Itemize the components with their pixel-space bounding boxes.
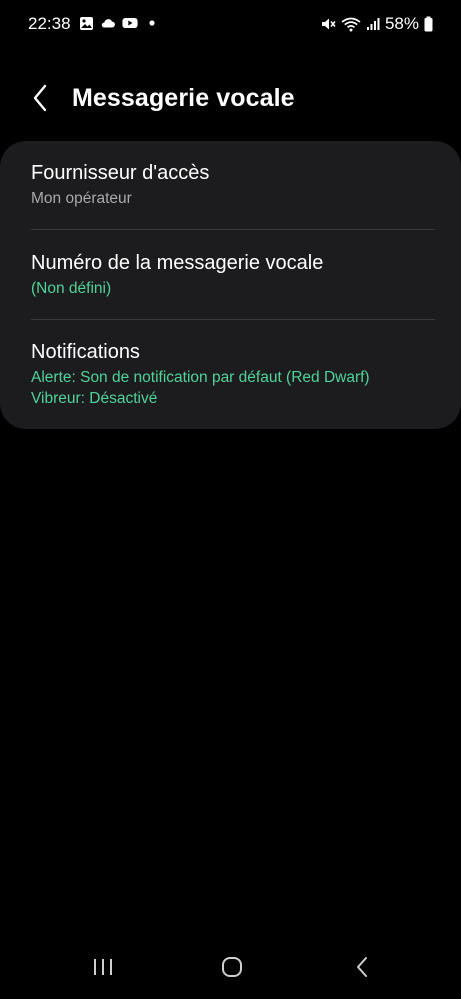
status-bar: 22:38 58% [0,0,461,50]
status-time: 22:38 [28,14,71,33]
recents-icon [92,957,114,982]
settings-item-subtitle-alert: Alerte: Son de notification par défaut (… [31,369,370,386]
settings-item-subtitle: Mon opérateur [31,190,132,207]
back-icon [355,956,369,983]
settings-item-provider[interactable]: Fournisseur d'accès Mon opérateur [31,161,435,209]
settings-item-title: Numéro de la messagerie vocale [31,252,324,274]
cloud-icon [100,15,116,31]
settings-item-notifications[interactable]: Notifications Alerte: Son de notificatio… [31,340,435,409]
navigation-bar [0,939,461,999]
settings-item-title: Notifications [31,341,140,363]
gallery-icon [78,15,94,31]
dot-icon [144,15,160,31]
home-button[interactable] [212,949,252,989]
recents-button[interactable] [83,949,123,989]
status-right-icons: 58% [320,14,433,34]
back-chevron-icon [32,84,48,117]
settings-item-title: Fournisseur d'accès [31,162,210,184]
battery-icon [424,16,433,32]
signal-icon [366,17,380,31]
status-left-icons [78,15,160,31]
nav-back-button[interactable] [342,949,382,989]
mute-icon [320,16,336,32]
settings-item-subtitle: (Non défini) [31,280,112,297]
divider [31,319,435,320]
app-header: Messagerie vocale [0,72,461,128]
youtube-icon [122,15,138,31]
battery-percent: 58% [384,14,419,33]
settings-item-subtitle-vibration: Vibreur: Désactivé [31,390,158,407]
divider [31,229,435,230]
page-title: Messagerie vocale [72,84,295,112]
settings-item-voicemail-number[interactable]: Numéro de la messagerie vocale (Non défi… [31,251,435,299]
wifi-icon [341,16,361,32]
home-icon [221,956,243,983]
settings-card: Fournisseur d'accès Mon opérateur Numéro… [0,141,461,429]
back-button[interactable] [22,82,58,118]
